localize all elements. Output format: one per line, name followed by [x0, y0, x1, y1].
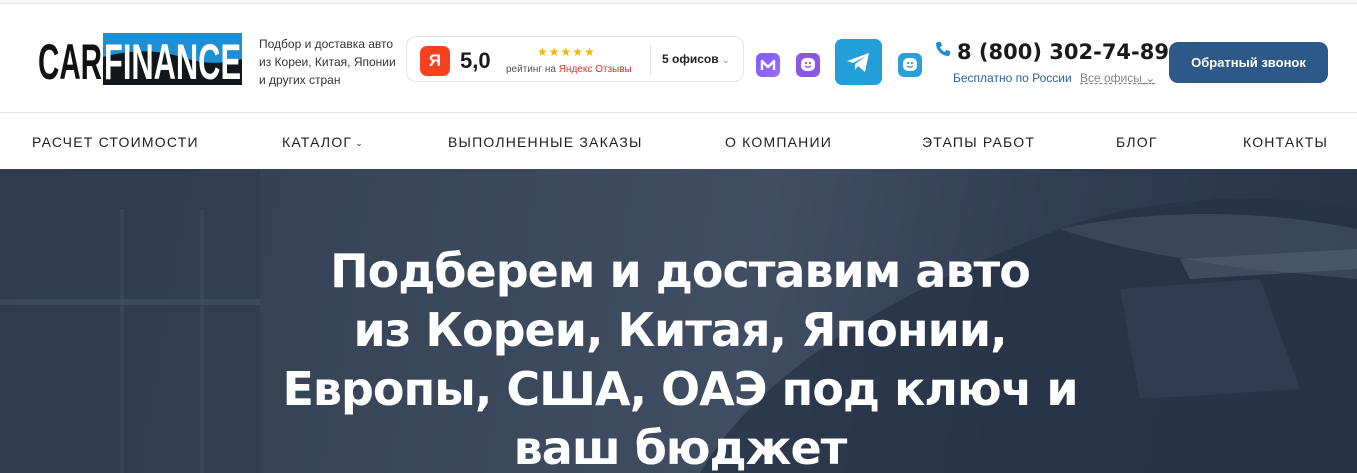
nav-item-blog[interactable]: БЛОГ — [1116, 134, 1158, 150]
nav-item-price-calc[interactable]: РАСЧЕТ СТОИМОСТИ — [32, 134, 199, 150]
main-nav: РАСЧЕТ СТОИМОСТИ КАТАЛОГ ⌄ ВЫПОЛНЕННЫЕ ЗА… — [0, 114, 1357, 169]
logo-text-car: CAR — [38, 34, 102, 89]
hero-title-line: из Кореи, Китая, Японии, — [353, 303, 1007, 357]
hero-title: Подберем и доставим авто из Кореи, Китая… — [228, 242, 1132, 473]
divider — [650, 45, 651, 75]
phone-icon — [936, 42, 950, 56]
rating-stars: ★★★★★ — [537, 45, 596, 59]
callback-button[interactable]: Обратный звонок — [1169, 42, 1328, 83]
hero-title-line: Европы, США, ОАЭ под ключ и — [282, 362, 1078, 416]
hero-title-line: ваш бюджет — [513, 421, 848, 473]
hero-title-line: Подберем и доставим авто — [330, 244, 1031, 298]
telegram-icon[interactable] — [835, 39, 882, 85]
site-header: CAR FINANCE Подбор и доставка авто из Ко… — [0, 4, 1357, 113]
tagline: Подбор и доставка авто из Кореи, Китая, … — [259, 37, 396, 87]
free-call-text: Бесплатно по России — [953, 71, 1072, 85]
nav-item-about[interactable]: О КОМПАНИИ — [725, 134, 832, 150]
chevron-down-icon: ⌄ — [355, 138, 364, 148]
vk-icon[interactable] — [898, 53, 922, 77]
phone-number: 8 (800) 302-74-89 — [957, 40, 1169, 64]
offices-label: 5 офисов — [662, 52, 719, 66]
hero-banner: Подберем и доставим авто из Кореи, Китая… — [0, 169, 1357, 473]
yandex-rating-widget[interactable]: Я 5,0 ★★★★★ рейтинг на Яндекс Отзывы 5 о… — [406, 36, 744, 82]
phone-subtitle: Бесплатно по России Все офисы ⌄ — [953, 71, 1155, 85]
all-offices-label: Все офисы — [1080, 71, 1142, 85]
nav-item-catalog-label: КАТАЛОГ — [282, 134, 353, 150]
max-messenger-icon[interactable] — [756, 53, 780, 77]
nav-item-work-stages[interactable]: ЭТАПЫ РАБОТ — [922, 134, 1035, 150]
rating-caption: рейтинг на Яндекс Отзывы — [506, 64, 632, 75]
nav-item-catalog[interactable]: КАТАЛОГ ⌄ — [282, 134, 364, 150]
yandex-logo-icon: Я — [420, 46, 450, 76]
logo[interactable]: CAR FINANCE — [38, 29, 242, 89]
nav-item-completed-orders[interactable]: ВЫПОЛНЕННЫЕ ЗАКАЗЫ — [448, 134, 643, 150]
nav-item-contacts[interactable]: КОНТАКТЫ — [1243, 134, 1328, 150]
chevron-down-icon: ⌄ — [1145, 71, 1156, 85]
rating-value: 5,0 — [460, 48, 491, 73]
viber-icon[interactable] — [796, 53, 820, 77]
logo-text-finance: FINANCE — [104, 34, 241, 89]
offices-dropdown[interactable]: 5 офисов ⌄ — [662, 52, 730, 66]
rating-caption-prefix: рейтинг на — [506, 64, 556, 75]
all-offices-link[interactable]: Все офисы ⌄ — [1080, 71, 1155, 85]
phone-link[interactable]: 8 (800) 302-74-89 — [935, 40, 1169, 64]
rating-caption-brand[interactable]: Яндекс Отзывы — [559, 64, 632, 75]
chevron-down-icon: ⌄ — [721, 55, 730, 66]
